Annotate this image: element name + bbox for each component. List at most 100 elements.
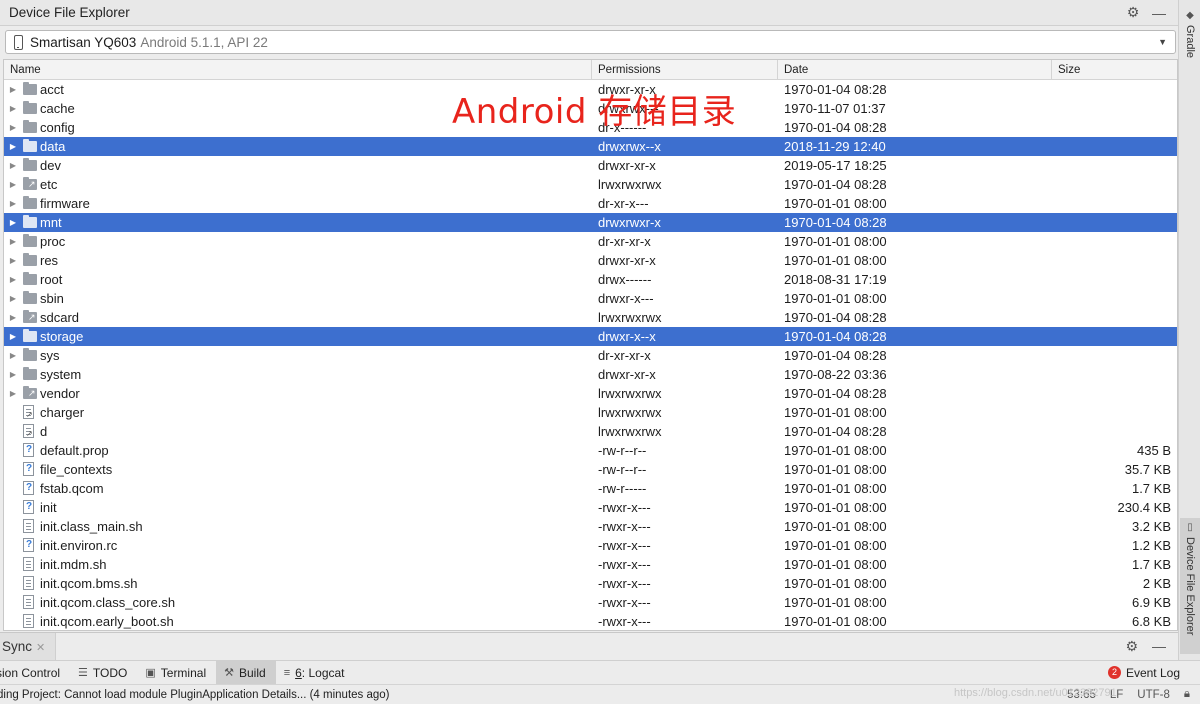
phone-icon: ▯ (1184, 522, 1196, 533)
phone-icon (14, 34, 23, 50)
gear-icon[interactable]: ⚙ (1126, 4, 1140, 21)
table-row[interactable]: ▶ sdcard lrwxrwxrwx 1970-01-04 08:28 (4, 308, 1177, 327)
lock-icon[interactable]: 🔒︎ (1184, 688, 1190, 701)
table-row[interactable]: file_contexts -rw-r--r-- 1970-01-01 08:00 3… (4, 460, 1177, 479)
file-date: 1970-01-04 08:28 (784, 329, 887, 344)
table-row[interactable]: ▶ vendor lrwxrwxrwx 1970-01-04 08:28 (4, 384, 1177, 403)
file-name: d (40, 424, 48, 439)
file-date: 1970-01-04 08:28 (784, 386, 887, 401)
table-row[interactable]: init.qcom.early_boot.sh -rwxr-x--- 1970-01… (4, 612, 1177, 630)
file-name: init (40, 500, 57, 515)
tab-logcat[interactable]: ≡ 6: Logcat (276, 661, 355, 685)
expand-arrow-icon[interactable]: ▶ (7, 308, 19, 327)
file-date: 2018-11-29 12:40 (784, 139, 886, 154)
file-name: system (40, 367, 82, 382)
expand-arrow-icon[interactable]: ▶ (7, 118, 19, 137)
minimize-icon[interactable]: — (1152, 638, 1166, 655)
column-header-date[interactable]: Date (778, 60, 1052, 80)
file-permissions: drwxrwxr-x (598, 215, 661, 230)
table-row[interactable]: init -rwxr-x--- 1970-01-01 08:00 230.4 KB (4, 498, 1177, 517)
expand-arrow-icon[interactable]: ▶ (7, 213, 19, 232)
file-permissions: drwxr-xr-x (598, 367, 656, 382)
tab-build[interactable]: ⚒ Build (216, 660, 276, 685)
table-row[interactable]: d lrwxrwxrwx 1970-01-04 08:28 (4, 422, 1177, 443)
file-name: etc (40, 177, 58, 192)
file-permissions: -rw-r----- (598, 481, 647, 496)
table-row[interactable]: ▶ mnt drwxrwxr-x 1970-01-04 08:28 (4, 213, 1177, 232)
file-encoding[interactable]: UTF-8 (1137, 689, 1170, 701)
expand-arrow-icon[interactable]: ▶ (7, 270, 19, 289)
chevron-down-icon[interactable]: ▼ (1158, 37, 1167, 47)
file-name: res (40, 253, 59, 268)
folder-icon (23, 101, 39, 115)
expand-arrow-icon[interactable]: ▶ (7, 251, 19, 270)
gradle-tab[interactable]: ◆ Gradle (1180, 6, 1200, 66)
event-log-button[interactable]: 2 Event Log (1107, 666, 1200, 680)
file-permissions: dr-xr-xr-x (598, 348, 651, 363)
table-row[interactable]: ▶ sbin drwxr-x--- 1970-01-01 08:00 (4, 289, 1177, 308)
expand-arrow-icon[interactable]: ▶ (7, 80, 19, 99)
expand-arrow-icon[interactable]: ▶ (7, 175, 19, 194)
expand-arrow-icon (7, 517, 19, 536)
column-header-name[interactable]: Name (4, 60, 592, 80)
table-row[interactable]: ▶ proc dr-xr-xr-x 1970-01-01 08:00 (4, 232, 1177, 251)
expand-arrow-icon[interactable]: ▶ (7, 346, 19, 365)
table-row[interactable]: init.qcom.bms.sh -rwxr-x--- 1970-01-01 08:… (4, 574, 1177, 593)
unknown-file-icon (23, 500, 39, 514)
table-row[interactable]: init.environ.rc -rwxr-x--- 1970-01-01 08:0… (4, 536, 1177, 555)
table-row[interactable]: ▶ system drwxr-xr-x 1970-08-22 03:36 (4, 365, 1177, 384)
expand-arrow-icon[interactable]: ▶ (7, 137, 19, 156)
event-log-badge: 2 (1107, 666, 1121, 679)
table-row[interactable]: charger lrwxrwxrwx 1970-01-01 08:00 (4, 403, 1177, 424)
expand-arrow-icon[interactable]: ▶ (7, 289, 19, 308)
table-row[interactable]: ▶ firmware dr-xr-x--- 1970-01-01 08:00 (4, 194, 1177, 213)
expand-arrow-icon[interactable]: ▶ (7, 327, 19, 346)
table-row[interactable]: ▶ data drwxrwx--x 2018-11-29 12:40 (4, 137, 1177, 156)
device-selector[interactable]: Smartisan YQ603 Android 5.1.1, API 22 ▼ (5, 30, 1176, 54)
file-name: config (40, 120, 75, 135)
table-row[interactable]: ▶ dev drwxr-xr-x 2019-05-17 18:25 (4, 156, 1177, 175)
folder-icon (23, 272, 39, 286)
file-date: 1970-01-01 08:00 (784, 500, 887, 515)
table-row[interactable]: ▶ root drwx------ 2018-08-31 17:19 (4, 270, 1177, 289)
text-file-icon (23, 557, 39, 571)
column-header-permissions[interactable]: Permissions (592, 60, 778, 80)
close-icon[interactable]: ✕ (36, 642, 45, 654)
expand-arrow-icon[interactable]: ▶ (7, 194, 19, 213)
table-row[interactable]: fstab.qcom -rw-r----- 1970-01-01 08:00 1.7 … (4, 479, 1177, 498)
file-size: 6.8 KB (1131, 614, 1171, 629)
expand-arrow-icon[interactable]: ▶ (7, 156, 19, 175)
table-row[interactable]: init.mdm.sh -rwxr-x--- 1970-01-01 08:00 1.7… (4, 555, 1177, 574)
file-date: 1970-01-01 08:00 (784, 519, 887, 534)
file-permissions: -rwxr-x--- (598, 557, 651, 572)
table-row[interactable]: ▶ storage drwxr-x--x 1970-01-04 08:28 (4, 327, 1177, 346)
logcat-icon: ≡ (283, 666, 291, 679)
folder-link-icon (23, 384, 39, 403)
expand-arrow-icon[interactable]: ▶ (7, 232, 19, 251)
tab-sync[interactable]: Sync ✕ (0, 632, 56, 661)
expand-arrow-icon[interactable]: ▶ (7, 99, 19, 118)
folder-icon (23, 367, 39, 381)
table-row[interactable]: default.prop -rw-r--r-- 1970-01-01 08:00 43… (4, 441, 1177, 460)
table-row[interactable]: ▶ res drwxr-xr-x 1970-01-01 08:00 (4, 251, 1177, 270)
expand-arrow-icon[interactable]: ▶ (7, 365, 19, 384)
expand-arrow-icon[interactable]: ▶ (7, 384, 19, 403)
file-size: 3.2 KB (1131, 519, 1171, 534)
tab-terminal[interactable]: ▣ Terminal (137, 661, 216, 685)
file-permissions: drwxr-x--x (598, 329, 656, 344)
status-message[interactable]: ding Project: Cannot load module PluginA… (0, 689, 390, 701)
column-header-size[interactable]: Size (1052, 60, 1177, 80)
file-name: sys (40, 348, 60, 363)
table-row[interactable]: ▶ etc lrwxrwxrwx 1970-01-04 08:28 (4, 175, 1177, 194)
tab-version-control[interactable]: sion Control (0, 661, 70, 685)
gear-icon[interactable]: ⚙ (1125, 638, 1138, 655)
minimize-icon[interactable]: — (1152, 5, 1166, 21)
file-date: 1970-01-01 08:00 (784, 481, 887, 496)
tab-todo[interactable]: ☰ TODO (70, 661, 137, 685)
table-row[interactable]: init.qcom.class_core.sh -rwxr-x--- 1970-01… (4, 593, 1177, 612)
device-file-explorer-tab[interactable]: ▯ Device File Explorer (1180, 518, 1200, 654)
table-row[interactable]: ▶ sys dr-xr-xr-x 1970-01-04 08:28 (4, 346, 1177, 365)
expand-arrow-icon (7, 441, 19, 460)
file-date: 1970-01-04 08:28 (784, 424, 887, 439)
table-row[interactable]: init.class_main.sh -rwxr-x--- 1970-01-01 0… (4, 517, 1177, 536)
